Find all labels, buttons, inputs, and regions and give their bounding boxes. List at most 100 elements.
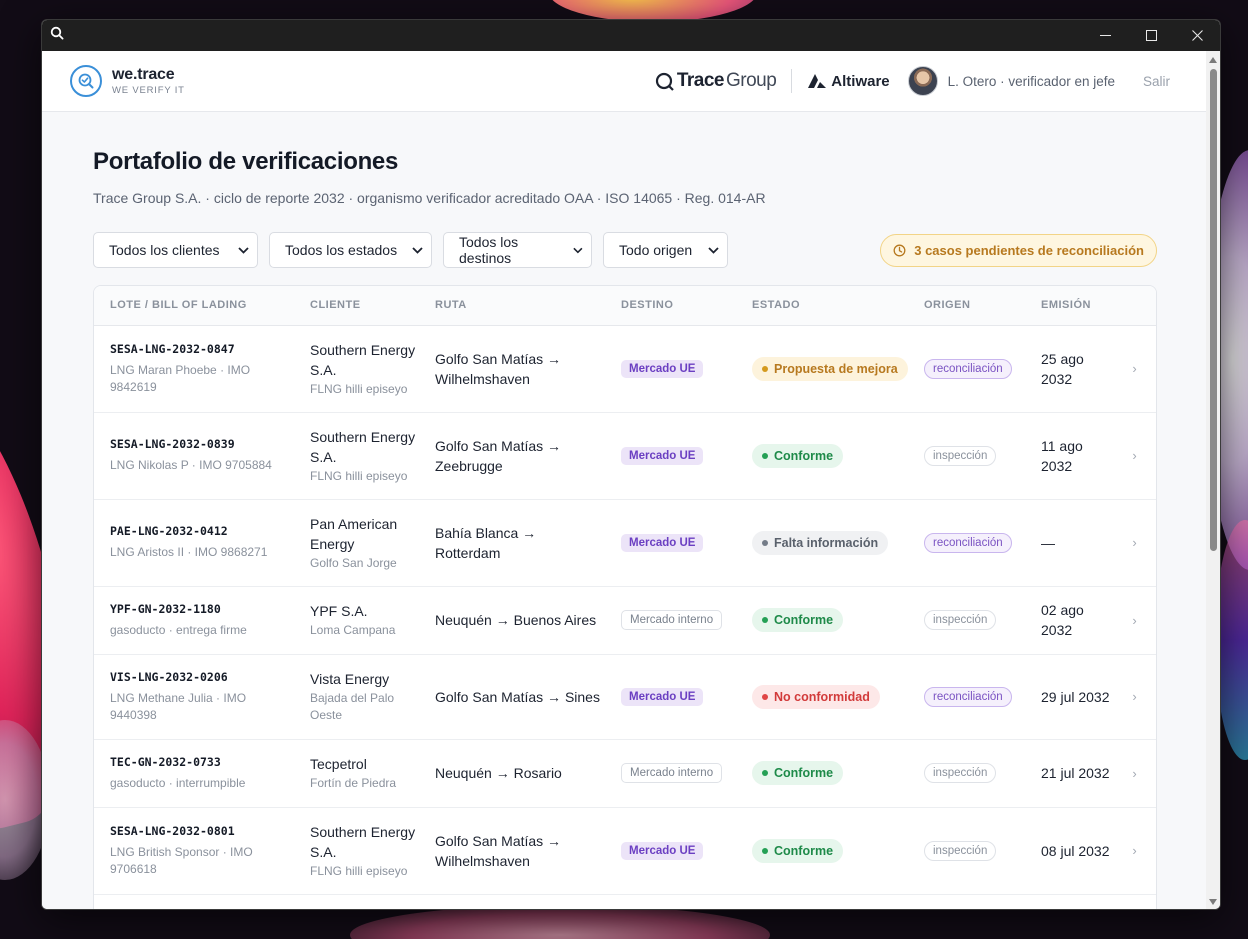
status-dot-icon bbox=[762, 452, 768, 459]
pending-text: 3 casos pendientes de reconciliación bbox=[914, 242, 1144, 258]
partner-altiware-name: Altiware bbox=[831, 72, 890, 90]
filter-estados-select[interactable]: Todos los estados bbox=[269, 232, 432, 268]
lote-id: SESA-LNG-2032-0847 bbox=[110, 341, 235, 356]
lote-id: TEC-GN-2032-0733 bbox=[110, 754, 221, 769]
filter-origen-value: Todo origen bbox=[619, 242, 693, 258]
cliente-site: Fortín de Piedra bbox=[310, 776, 397, 790]
emision-date: 25 ago 2032 bbox=[1041, 350, 1084, 387]
logout-link[interactable]: Salir bbox=[1143, 74, 1170, 89]
ruta: Neuquén → Buenos Aires bbox=[435, 612, 597, 628]
ruta: Golfo San Matías → Wilhelmshaven bbox=[435, 350, 562, 387]
partner-trace-regular: Group bbox=[725, 70, 777, 91]
chevron-right-icon[interactable]: › bbox=[1132, 613, 1136, 628]
col-destino-header[interactable]: DESTINO bbox=[605, 286, 736, 326]
chevron-right-icon[interactable]: › bbox=[1132, 766, 1136, 781]
col-cliente-header[interactable]: CLIENTE bbox=[294, 286, 419, 326]
lote-vessel: gasoducto · interrumpible bbox=[110, 775, 246, 790]
vertical-scrollbar[interactable] bbox=[1206, 51, 1220, 909]
scroll-down-icon[interactable] bbox=[1209, 899, 1217, 905]
status-badge: Conforme bbox=[752, 443, 844, 468]
close-button[interactable] bbox=[1174, 20, 1220, 51]
cliente-site: FLNG hilli episeyo bbox=[310, 381, 408, 396]
brand[interactable]: we.trace WE VERIFY IT bbox=[70, 65, 185, 97]
scroll-up-icon[interactable] bbox=[1209, 57, 1217, 63]
page-subtitle: Trace Group S.A. · ciclo de reporte 2032… bbox=[93, 190, 766, 206]
minimize-icon bbox=[1099, 35, 1111, 36]
status-dot-icon bbox=[762, 693, 768, 700]
table-row[interactable]: YPF-GN-2032-1180 gasoducto · entrega firm… bbox=[94, 586, 1156, 655]
status-badge: Propuesta de mejora bbox=[752, 356, 908, 381]
origen-badge: inspección bbox=[924, 763, 997, 783]
chevron-right-icon[interactable]: › bbox=[1132, 843, 1136, 858]
status-text: Propuesta de mejora bbox=[774, 361, 898, 376]
col-ruta-header[interactable]: RUTA bbox=[419, 286, 605, 326]
col-lote-header[interactable]: LOTE / BILL OF LADING bbox=[94, 286, 294, 326]
table-row[interactable]: SESA-LNG-2032-0801 LNG British Sponsor · … bbox=[94, 807, 1156, 895]
status-text: Falta información bbox=[774, 535, 879, 550]
emision-date: 21 jul 2032 bbox=[1041, 765, 1110, 781]
lote-id: SESA-LNG-2032-0801 bbox=[110, 823, 235, 838]
cliente-site: Bajada del Palo Oeste bbox=[310, 691, 395, 722]
lote-vessel: LNG Nikolas P · IMO 9705884 bbox=[110, 458, 272, 472]
chevron-right-icon[interactable]: › bbox=[1132, 689, 1136, 704]
filter-bar: Todos los clientes Todos los estados Tod… bbox=[93, 232, 1157, 268]
status-badge: Falta información bbox=[752, 530, 889, 555]
status-dot-icon bbox=[762, 539, 768, 546]
origen-badge: inspección bbox=[924, 445, 997, 466]
table-row[interactable]: PAE-LNG-2032-0412 LNG Aristos II · IMO 98… bbox=[94, 499, 1156, 587]
lote-vessel: LNG Maran Phoebe · IMO 9842619 bbox=[110, 362, 251, 394]
cliente-site: FLNG hilli episeyo bbox=[310, 468, 408, 483]
cliente-name: Southern Energy S.A. bbox=[310, 428, 416, 465]
page-title: Portafolio de verificaciones bbox=[93, 148, 399, 175]
origen-badge: inspección bbox=[924, 610, 997, 630]
status-badge: Conforme bbox=[752, 761, 844, 785]
emision-date: 11 ago 2032 bbox=[1041, 437, 1083, 474]
col-origen-header[interactable]: ORIGEN bbox=[908, 286, 1025, 326]
maximize-button[interactable] bbox=[1128, 20, 1174, 51]
chevron-right-icon[interactable]: › bbox=[1132, 361, 1136, 376]
col-emision-header[interactable]: EMISIÓN bbox=[1025, 286, 1113, 326]
status-badge: Conforme bbox=[752, 608, 844, 632]
chevron-down-icon bbox=[573, 247, 583, 253]
brand-name: we.trace bbox=[112, 66, 175, 83]
partner-logo-altiware: Altiware bbox=[807, 72, 890, 90]
minimize-button[interactable] bbox=[1082, 20, 1128, 51]
filter-clientes-select[interactable]: Todos los clientes bbox=[93, 232, 258, 268]
lote-id: VIS-LNG-2032-0206 bbox=[110, 669, 228, 684]
chevron-right-icon[interactable]: › bbox=[1132, 535, 1136, 550]
clock-icon bbox=[893, 244, 906, 256]
maximize-icon bbox=[1145, 30, 1157, 41]
ruta: Bahía Blanca → Rotterdam bbox=[435, 524, 537, 561]
status-text: Conforme bbox=[774, 766, 834, 780]
chevron-right-icon[interactable]: › bbox=[1132, 448, 1136, 463]
table-row[interactable]: SESA-LNG-2032-0839 LNG Nikolas P · IMO 97… bbox=[94, 412, 1156, 500]
destino-badge: Mercado UE bbox=[621, 534, 704, 552]
lote-vessel: LNG Aristos II · IMO 9868271 bbox=[110, 545, 268, 559]
cliente-name: Southern Energy S.A. bbox=[310, 823, 416, 860]
main-content: Portafolio de verificaciones Trace Group… bbox=[42, 112, 1208, 909]
search-icon[interactable] bbox=[50, 26, 64, 45]
status-text: Conforme bbox=[774, 613, 834, 627]
filter-origen-select[interactable]: Todo origen bbox=[603, 232, 728, 268]
lote-vessel: LNG Methane Julia · IMO 9440398 bbox=[110, 690, 247, 722]
cliente-name: Tecpetrol bbox=[310, 756, 367, 772]
emision-date: 08 jul 2032 bbox=[1041, 842, 1110, 859]
avatar[interactable] bbox=[907, 66, 938, 96]
table-row[interactable]: TEC-GN-2032-0733 gasoducto · interrumpibl… bbox=[94, 739, 1156, 808]
pending-reconciliation-badge[interactable]: 3 casos pendientes de reconciliación bbox=[880, 233, 1157, 267]
status-dot-icon bbox=[762, 617, 768, 623]
scrollbar-thumb[interactable] bbox=[1210, 69, 1217, 551]
filter-destinos-select[interactable]: Todos los destinos bbox=[443, 232, 592, 268]
lote-vessel: gasoducto · entrega firme bbox=[110, 622, 247, 637]
cliente-name: Vista Energy bbox=[310, 671, 390, 687]
table-row[interactable]: VIS-LNG-2032-0206 LNG Methane Julia · IMO… bbox=[94, 654, 1156, 740]
table-row[interactable] bbox=[94, 894, 1156, 909]
origen-badge: reconciliación bbox=[924, 532, 1012, 553]
partner-logo-trace-group: Trace Group bbox=[655, 70, 777, 92]
col-estado-header[interactable]: ESTADO bbox=[736, 286, 908, 326]
table-row[interactable]: SESA-LNG-2032-0847 LNG Maran Phoebe · IMO… bbox=[94, 325, 1156, 413]
cliente-name: Pan American Energy bbox=[310, 515, 398, 552]
brand-tagline: WE VERIFY IT bbox=[112, 85, 185, 96]
status-badge: No conformidad bbox=[752, 684, 880, 709]
app-header: we.trace WE VERIFY IT Trace Group Altiwa… bbox=[42, 51, 1208, 112]
